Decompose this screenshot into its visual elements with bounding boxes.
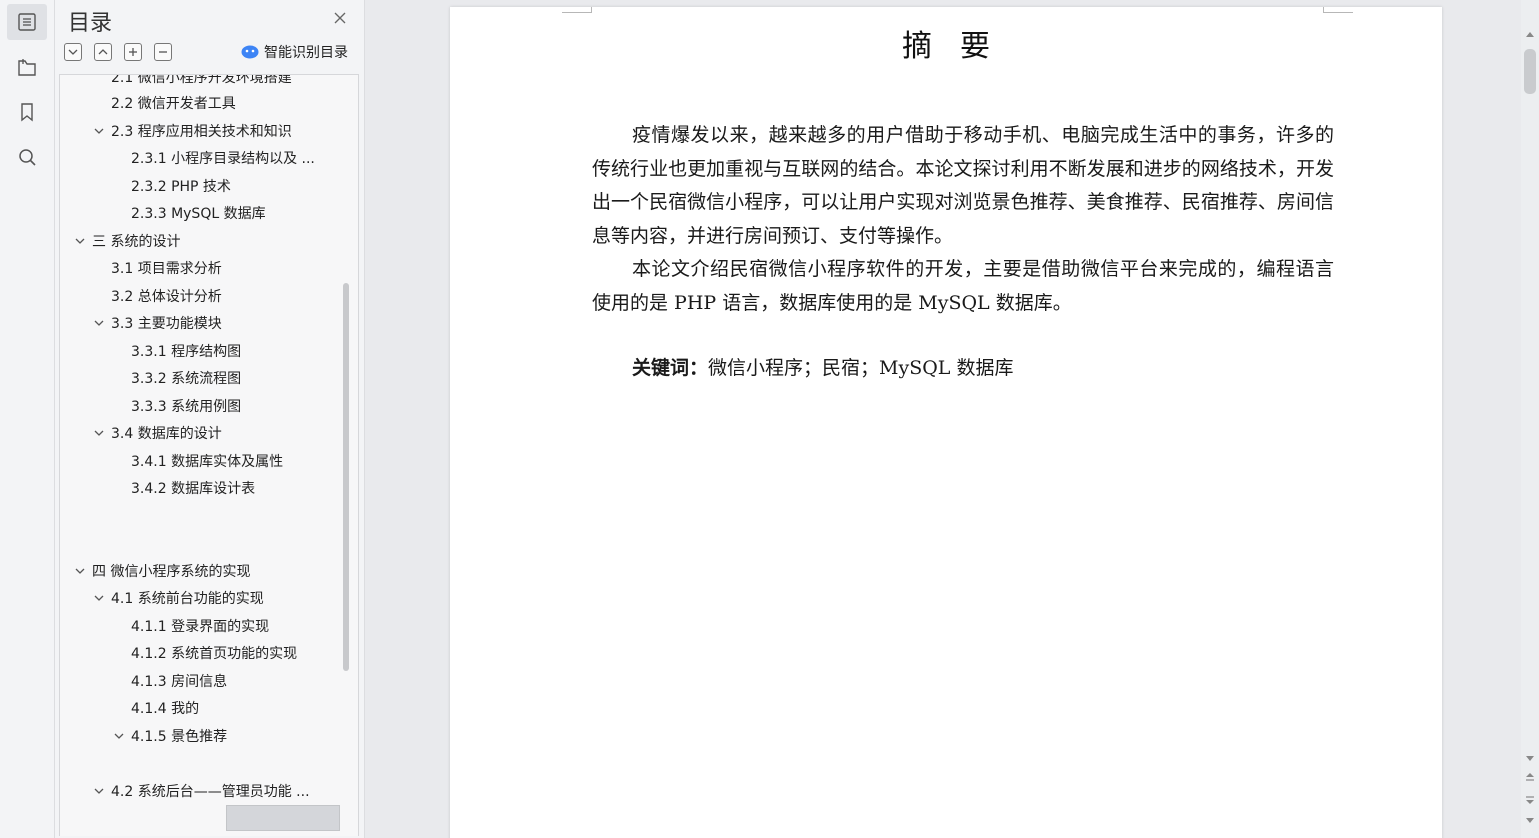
chevron-down-icon[interactable] — [92, 124, 106, 138]
keywords-value: 微信小程序；民宿；MySQL 数据库 — [708, 357, 1013, 379]
expand-all-icon[interactable] — [94, 43, 112, 61]
toc-item[interactable]: 4.1.5 景色推荐 — [112, 725, 227, 747]
abstract-paragraph: 本论文介绍民宿微信小程序软件的开发，主要是借助微信平台来完成的，编程语言使用的是… — [592, 253, 1334, 320]
smart-toc-label: 智能识别目录 — [264, 42, 348, 62]
pdf-reader-window: 目录 智能识别目录 2.1 微信小程序开发环境搭建 2.2 微信开发者工具 2.3 … — [0, 0, 1539, 838]
toc-scrollbar[interactable] — [343, 283, 349, 671]
document-viewport: 摘要 疫情爆发以来，越来越多的用户借助于移动手机、电脑完成生活中的事务，许多的传… — [366, 0, 1521, 838]
toc-item-label: 2.3.2 PHP 技术 — [131, 176, 231, 196]
toc-item[interactable]: 3.4 数据库的设计 — [92, 422, 222, 444]
smart-toc-button[interactable]: 智能识别目录 — [241, 42, 348, 62]
toc-item-label: 3.3.2 系统流程图 — [131, 368, 241, 388]
toc-item-label: 3.3.1 程序结构图 — [131, 341, 241, 361]
toc-item[interactable]: 3.3.1 程序结构图 — [112, 340, 241, 362]
toc-item[interactable]: 4.1 系统前台功能的实现 — [92, 587, 264, 609]
toc-item-label: 2.2 微信开发者工具 — [111, 93, 236, 113]
toc-item[interactable]: 3.3.3 系统用例图 — [112, 395, 241, 417]
document-page: 摘要 疫情爆发以来，越来越多的用户借助于移动手机、电脑完成生活中的事务，许多的传… — [450, 7, 1442, 838]
toc-item[interactable]: 2.3.2 PHP 技术 — [112, 175, 231, 197]
toc-horizontal-scrollbar[interactable] — [226, 805, 340, 831]
toc-item-label: 4.1 系统前台功能的实现 — [111, 588, 264, 608]
toc-item[interactable]: 4.2 系统后台——管理员功能 ... — [92, 780, 310, 802]
toc-item-label: 3.3.3 系统用例图 — [131, 396, 241, 416]
toc-item[interactable]: 3.4.2 数据库设计表 — [112, 477, 255, 499]
chevron-down-icon[interactable] — [92, 591, 106, 605]
toc-title: 目录 — [68, 5, 112, 37]
thumbnail-icon[interactable] — [7, 49, 47, 85]
toc-item-label: 3.4.2 数据库设计表 — [131, 478, 255, 498]
toc-item[interactable]: 4.1.3 房间信息 — [112, 670, 227, 692]
toc-item[interactable]: 2.3 程序应用相关技术和知识 — [92, 120, 292, 142]
toc-item[interactable]: 3.3.2 系统流程图 — [112, 367, 241, 389]
toc-item[interactable]: 2.3.3 MySQL 数据库 — [112, 202, 266, 224]
toc-item[interactable]: 4.1.4 我的 — [112, 697, 199, 719]
chevron-down-icon[interactable] — [92, 784, 106, 798]
toc-item-label: 三 系统的设计 — [92, 231, 180, 251]
toc-item[interactable]: 2.3.1 小程序目录结构以及 ... — [112, 147, 315, 169]
toc-item-label: 2.3.3 MySQL 数据库 — [131, 203, 266, 223]
page-down-icon[interactable] — [1525, 795, 1535, 805]
toc-item[interactable]: 3.3 主要功能模块 — [92, 312, 222, 334]
toc-item-label: 3.1 项目需求分析 — [111, 258, 222, 278]
chevron-down-icon[interactable] — [112, 729, 126, 743]
toc-item[interactable]: 3.2 总体设计分析 — [92, 285, 222, 307]
toc-item-label: 四 微信小程序系统的实现 — [92, 561, 250, 581]
toc-item-label: 2.3 程序应用相关技术和知识 — [111, 121, 292, 141]
document-scrollbar[interactable] — [1521, 0, 1539, 838]
search-icon[interactable] — [7, 139, 47, 175]
toc-item-label: 4.1.2 系统首页功能的实现 — [131, 643, 297, 663]
scroll-down-icon[interactable] — [1525, 815, 1535, 825]
page-title: 摘要 — [450, 21, 1442, 65]
toc-item[interactable]: 3.1 项目需求分析 — [92, 257, 222, 279]
toc-item[interactable]: 3.4.1 数据库实体及属性 — [112, 450, 283, 472]
toc-list: 2.1 微信小程序开发环境搭建 2.2 微信开发者工具 2.3 程序应用相关技术和知… — [59, 74, 359, 836]
scrollbar-thumb[interactable] — [1524, 49, 1536, 94]
toc-item-label: 3.3 主要功能模块 — [111, 313, 222, 333]
chevron-down-icon[interactable] — [73, 234, 87, 248]
toc-item-label: 4.2 系统后台——管理员功能 ... — [111, 781, 310, 801]
toc-item-label: 3.4.1 数据库实体及属性 — [131, 451, 283, 471]
bookmark-icon[interactable] — [7, 94, 47, 130]
close-icon[interactable] — [331, 9, 349, 27]
ai-cloud-icon — [241, 45, 259, 59]
scroll-down-icon[interactable] — [1525, 753, 1535, 763]
toc-item-label: 4.1.4 我的 — [131, 698, 199, 718]
toc-item-label: 4.1.1 登录界面的实现 — [131, 616, 269, 636]
toc-item-label: 2.3.1 小程序目录结构以及 ... — [131, 148, 315, 168]
keywords-label: 关键词： — [632, 357, 708, 379]
toc-item[interactable]: 2.1 微信小程序开发环境搭建 — [92, 74, 292, 88]
toc-item[interactable]: 4.1.2 系统首页功能的实现 — [112, 642, 297, 664]
toc-item[interactable]: 三 系统的设计 — [73, 230, 180, 252]
toc-item[interactable]: 4.1.1 登录界面的实现 — [112, 615, 269, 637]
keywords-line: 关键词：微信小程序；民宿；MySQL 数据库 — [632, 352, 1013, 385]
chevron-down-icon[interactable] — [92, 316, 106, 330]
abstract-paragraph: 疫情爆发以来，越来越多的用户借助于移动手机、电脑完成生活中的事务，许多的传统行业… — [592, 119, 1334, 253]
toc-item-label: 3.4 数据库的设计 — [111, 423, 222, 443]
toc-panel: 目录 智能识别目录 2.1 微信小程序开发环境搭建 2.2 微信开发者工具 2.3 … — [55, 0, 365, 838]
toc-item[interactable]: 四 微信小程序系统的实现 — [73, 560, 250, 582]
add-entry-icon[interactable] — [124, 43, 142, 61]
toc-item[interactable]: 2.2 微信开发者工具 — [92, 92, 236, 114]
chevron-down-icon[interactable] — [92, 426, 106, 440]
collapse-all-icon[interactable] — [64, 43, 82, 61]
toc-item-label: 4.1.5 景色推荐 — [131, 726, 227, 746]
crop-mark — [562, 7, 592, 13]
toc-item-label: 4.1.3 房间信息 — [131, 671, 227, 691]
toc-toolbar — [64, 43, 172, 61]
side-rail — [0, 0, 55, 838]
toc-icon[interactable] — [7, 4, 47, 40]
toc-item-label: 2.1 微信小程序开发环境搭建 — [111, 74, 292, 87]
chevron-down-icon[interactable] — [73, 564, 87, 578]
toc-item-label: 3.2 总体设计分析 — [111, 286, 222, 306]
crop-mark — [1323, 7, 1353, 13]
remove-entry-icon[interactable] — [154, 43, 172, 61]
scroll-up-icon[interactable] — [1525, 30, 1535, 40]
page-up-icon[interactable] — [1525, 772, 1535, 782]
